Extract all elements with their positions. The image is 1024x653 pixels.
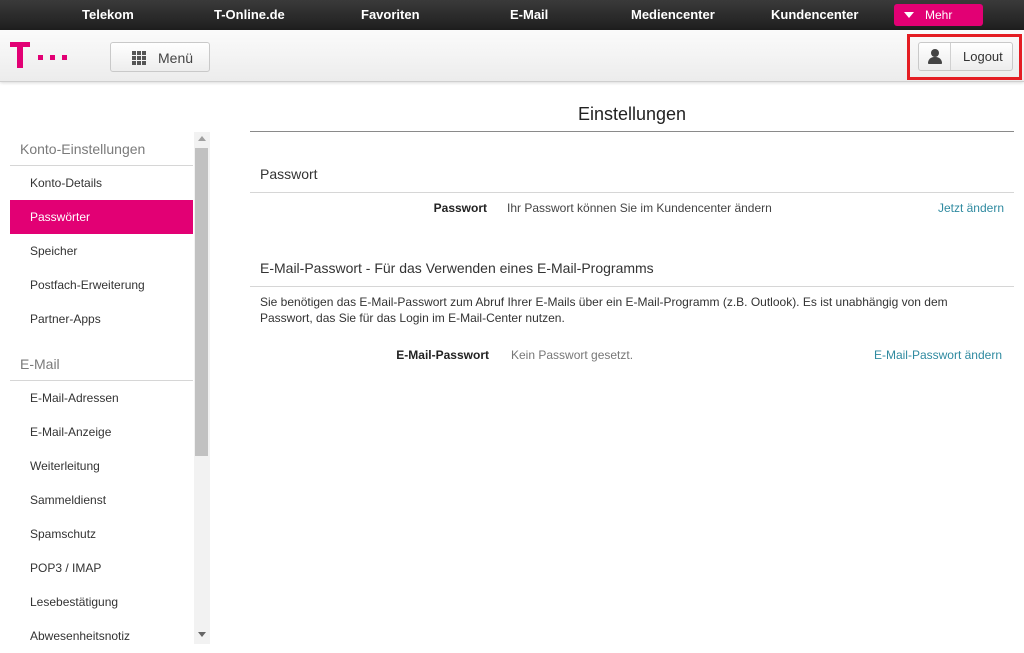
page-title: Einstellungen [250,104,1014,132]
email-passwort-label: E-Mail-Passwort [396,348,489,362]
topnav-favoriten-link[interactable]: Favoriten [361,0,420,30]
more-dropdown-button[interactable]: Mehr [894,4,983,26]
passwort-value: Ihr Passwort können Sie im Kundencenter … [507,201,772,215]
sidebar-item-weiterleitung[interactable]: Weiterleitung [10,449,193,483]
scroll-down-arrow-icon[interactable] [198,632,206,637]
jetzt-aendern-link[interactable]: Jetzt ändern [880,201,1004,215]
sidebar-item-sammeldienst[interactable]: Sammeldienst [10,483,193,517]
topnav-t-online-link[interactable]: T-Online.de [214,0,285,30]
topnav-telekom-link[interactable]: Telekom [82,0,134,30]
telekom-logo[interactable] [10,42,67,70]
topnav-email-link[interactable]: E-Mail [510,0,548,30]
sidebar-heading-email: E-Mail [10,347,193,381]
grid-menu-icon [132,51,146,65]
sidebar-item-email-anzeige[interactable]: E-Mail-Anzeige [10,415,193,449]
email-passwort-value: Kein Passwort gesetzt. [511,348,634,362]
top-navigation-bar: Telekom T-Online.de Favoriten E-Mail Med… [0,0,1024,30]
email-passwort-aendern-link[interactable]: E-Mail-Passwort ändern [840,348,1002,362]
sidebar-item-spamschutz[interactable]: Spamschutz [10,517,193,551]
scrollbar-thumb[interactable] [195,148,208,456]
user-icon [919,43,951,70]
sidebar-item-postfach-erweiterung[interactable]: Postfach-Erweiterung [10,268,193,302]
sidebar-item-email-adressen[interactable]: E-Mail-Adressen [10,381,193,415]
sidebar-item-konto-details[interactable]: Konto-Details [10,166,193,200]
sidebar-item-abwesenheitsnotiz[interactable]: Abwesenheitsnotiz [10,619,193,653]
more-label: Mehr [925,8,953,22]
settings-sidebar: Konto-Einstellungen Konto-Details Passwö… [10,132,193,644]
scroll-up-arrow-icon[interactable] [198,136,206,141]
logout-label: Logout [963,49,1003,64]
menu-button[interactable]: Menü [110,42,210,72]
topnav-mediencenter-link[interactable]: Mediencenter [631,0,715,30]
header-bar: Menü [0,30,1024,82]
sidebar-item-passwoerter[interactable]: Passwörter [10,200,193,234]
sidebar-scrollbar[interactable] [194,132,210,644]
sidebar-heading-konto: Konto-Einstellungen [10,132,193,166]
sidebar-item-speicher[interactable]: Speicher [10,234,193,268]
passwort-label: Passwort [433,201,487,215]
sidebar-item-pop3-imap[interactable]: POP3 / IMAP [10,551,193,585]
caret-down-icon [904,12,914,18]
menu-label: Menü [158,50,194,66]
section-heading-email-passwort: E-Mail-Passwort - Für das Verwenden eine… [250,260,1014,287]
logout-button[interactable]: Logout [918,42,1013,71]
section-heading-passwort: Passwort [250,166,1014,193]
email-passwort-description: Sie benötigen das E-Mail-Passwort zum Ab… [260,295,948,325]
topnav-kundencenter-link[interactable]: Kundencenter [771,0,858,30]
sidebar-item-partner-apps[interactable]: Partner-Apps [10,302,193,336]
sidebar-item-lesebestaetigung[interactable]: Lesebestätigung [10,585,193,619]
